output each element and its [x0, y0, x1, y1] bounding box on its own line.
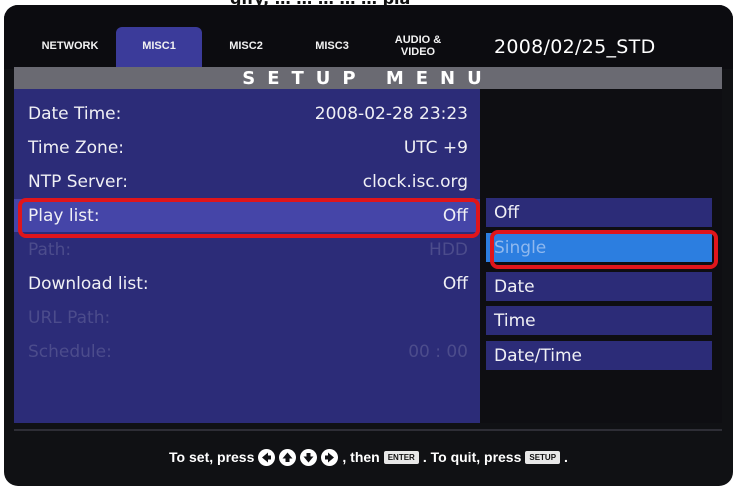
setting-value: 00 : 00 [408, 341, 468, 362]
option-off[interactable]: Off [486, 198, 712, 227]
setting-value: 2008-02-28 23:23 [314, 103, 468, 124]
setting-label: NTP Server: [28, 171, 128, 192]
help-bar: To set, press , then ENTER . To quit, pr… [4, 437, 733, 477]
setting-row-date-time[interactable]: Date Time: 2008-02-28 23:23 [14, 97, 480, 130]
help-text-set: To set, press [169, 449, 255, 465]
setting-label: Download list: [28, 273, 149, 294]
option-date[interactable]: Date [486, 272, 712, 301]
option-time[interactable]: Time [486, 306, 712, 335]
right-arrow-icon [321, 448, 339, 466]
setting-row-url-path: URL Path: [14, 301, 480, 334]
tv-setup-screen: NETWORK MISC1 MISC2 MISC3 AUDIO & VIDEO … [4, 5, 733, 486]
setting-value: UTC +9 [403, 137, 468, 158]
tab-audio-video[interactable]: AUDIO & VIDEO [378, 27, 458, 67]
option-date-time[interactable]: Date/Time [486, 341, 712, 370]
setup-key-icon: SETUP [525, 450, 561, 464]
tab-network[interactable]: NETWORK [28, 27, 112, 67]
setting-label: Time Zone: [28, 137, 125, 158]
left-arrow-icon [258, 448, 276, 466]
help-text-end: . [564, 449, 568, 465]
setting-value: clock.isc.org [362, 171, 468, 192]
setting-value: HDD [429, 239, 468, 260]
help-text-quit: . To quit, press [422, 449, 522, 465]
up-arrow-icon [279, 448, 297, 466]
tab-bar: NETWORK MISC1 MISC2 MISC3 AUDIO & VIDEO … [4, 5, 733, 69]
annotation-box-single [490, 230, 718, 269]
setting-row-schedule: Schedule: 00 : 00 [14, 335, 480, 368]
help-text-then: , then [342, 449, 380, 465]
setting-row-time-zone[interactable]: Time Zone: UTC +9 [14, 131, 480, 164]
tab-misc1[interactable]: MISC1 [116, 27, 202, 67]
tab-misc3[interactable]: MISC3 [296, 27, 368, 67]
setting-label: Path: [28, 239, 72, 260]
setup-menu-title: SETUP MENU [14, 67, 722, 89]
tab-misc2[interactable]: MISC2 [210, 27, 282, 67]
down-arrow-icon [300, 448, 318, 466]
settings-panel: Date Time: 2008-02-28 23:23 Time Zone: U… [14, 89, 480, 423]
setting-label: Date Time: [28, 103, 122, 124]
footer-divider [14, 429, 722, 431]
firmware-version: 2008/02/25_STD [494, 36, 656, 58]
setting-value: Off [442, 273, 468, 294]
setting-row-ntp-server[interactable]: NTP Server: clock.isc.org [14, 165, 480, 198]
enter-key-icon: ENTER [383, 450, 419, 464]
setting-label: URL Path: [28, 307, 111, 328]
annotation-box-play-list [18, 198, 480, 238]
setting-row-download-list[interactable]: Download list: Off [14, 267, 480, 300]
setting-label: Schedule: [28, 341, 112, 362]
